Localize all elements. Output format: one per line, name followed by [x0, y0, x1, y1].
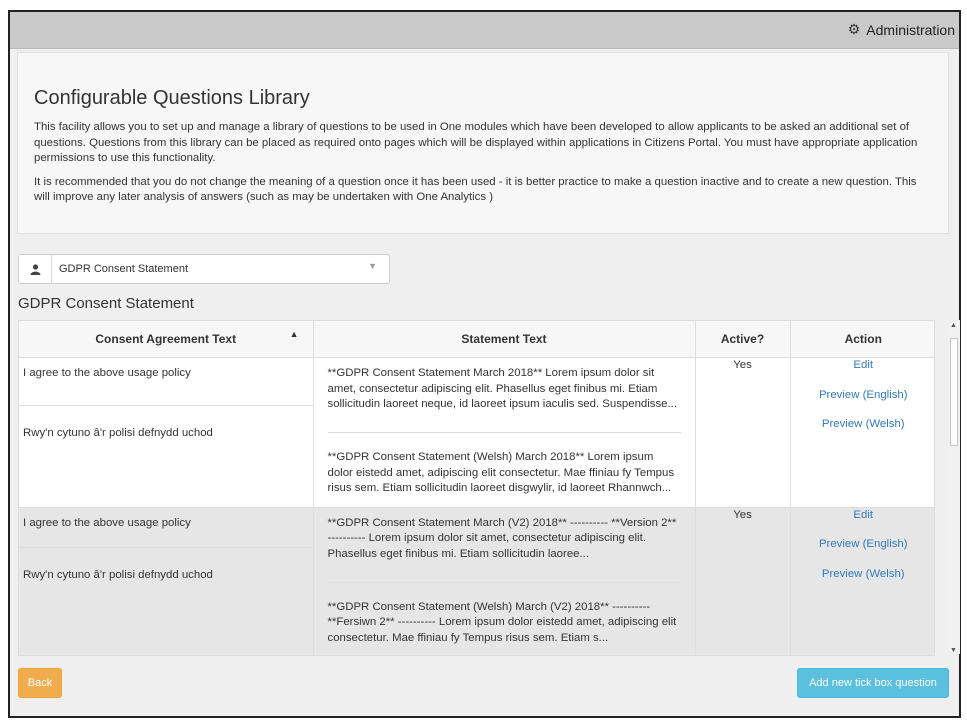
table-row: I agree to the above usage policy Rwy'n … [19, 507, 935, 655]
edit-link[interactable]: Edit [791, 508, 935, 524]
scroll-up-icon[interactable]: ▲ [950, 322, 957, 329]
section-title: GDPR Consent Statement [18, 295, 194, 312]
table-scrollbar[interactable]: ▲ ▼ [948, 320, 960, 654]
intro-panel: Configurable Questions Library This faci… [17, 52, 949, 234]
statement-text-welsh: **GDPR Consent Statement (Welsh) March (… [327, 600, 677, 644]
edit-link[interactable]: Edit [791, 358, 935, 374]
add-tick-box-question-button[interactable]: Add new tick box question [797, 668, 949, 698]
agreement-text-english: I agree to the above usage policy [19, 508, 313, 548]
active-status: Yes [695, 357, 791, 508]
library-select-value: GDPR Consent Statement [59, 263, 189, 275]
library-select[interactable]: GDPR Consent Statement ▼ [18, 254, 390, 284]
column-header-consent-agreement[interactable]: Consent Agreement Text ▲ [19, 321, 314, 358]
scrollbar-thumb[interactable] [950, 338, 958, 446]
back-button[interactable]: Back [18, 668, 62, 698]
preview-welsh-link[interactable]: Preview (Welsh) [791, 567, 935, 583]
top-bar: ⚙ Administration [10, 12, 959, 49]
chevron-down-icon: ▼ [368, 261, 377, 271]
statement-text-welsh: **GDPR Consent Statement (Welsh) March 2… [327, 451, 675, 494]
sort-asc-icon: ▲ [289, 329, 299, 339]
intro-description: This facility allows you to set up and m… [34, 121, 918, 164]
agreement-text-welsh: Rwy'n cytuno â'r polisi defnydd uchod [23, 568, 213, 581]
statement-text-english: **GDPR Consent Statement March 2018** Lo… [327, 358, 681, 433]
agreement-text-welsh: Rwy'n cytuno â'r polisi defnydd uchod [23, 427, 213, 439]
consent-table: Consent Agreement Text ▲ Statement Text … [18, 320, 935, 656]
active-status: Yes [695, 507, 791, 655]
column-header-statement-text[interactable]: Statement Text [313, 321, 696, 358]
page-title: Configurable Questions Library [34, 87, 310, 109]
preview-english-link[interactable]: Preview (English) [791, 537, 935, 553]
agreement-text-english: I agree to the above usage policy [19, 358, 313, 406]
administration-label: Administration [866, 21, 955, 38]
column-header-action: Action [790, 321, 934, 358]
gear-icon: ⚙ [847, 21, 861, 37]
table-row: I agree to the above usage policy Rwy'n … [19, 357, 935, 508]
preview-english-link[interactable]: Preview (English) [791, 388, 935, 404]
scroll-down-icon[interactable]: ▼ [950, 647, 957, 654]
preview-welsh-link[interactable]: Preview (Welsh) [791, 417, 935, 433]
statement-text-english: **GDPR Consent Statement March (V2) 2018… [327, 508, 681, 583]
administration-menu[interactable]: ⚙ Administration [848, 21, 955, 38]
column-header-active[interactable]: Active? [695, 321, 791, 358]
user-icon [19, 255, 52, 283]
intro-recommendation: It is recommended that you do not change… [34, 175, 917, 204]
